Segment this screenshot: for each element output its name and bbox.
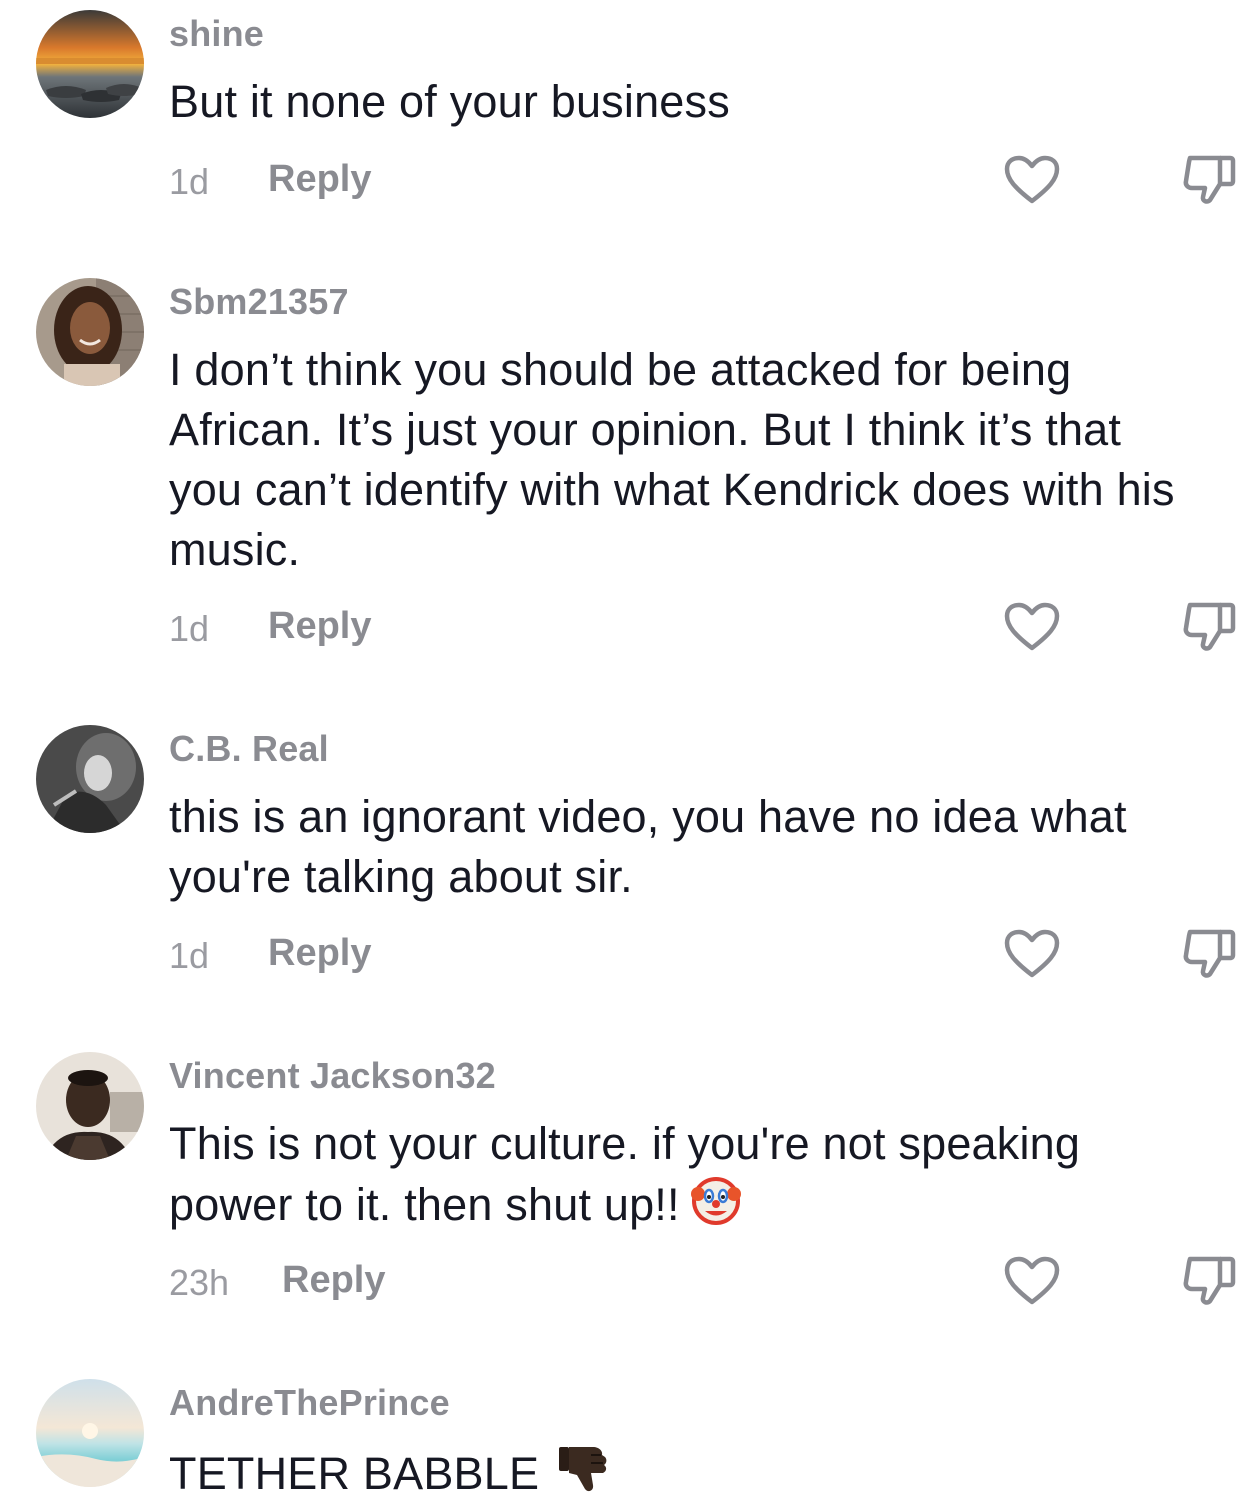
sunset-boats-avatar bbox=[36, 10, 144, 118]
dislike-button[interactable] bbox=[1180, 924, 1238, 982]
comment-time: 23h bbox=[169, 1262, 230, 1303]
thumbs-down-outline-icon bbox=[1183, 1256, 1236, 1305]
dislike-button[interactable] bbox=[1180, 150, 1238, 208]
man-portrait-avatar bbox=[36, 1052, 144, 1160]
comment-username[interactable]: Vincent Jackson32 bbox=[169, 1055, 496, 1097]
like-button[interactable] bbox=[1003, 1255, 1061, 1307]
woman-curly-hair-avatar bbox=[36, 278, 144, 386]
comment-text: I don’t think you should be attacked for… bbox=[169, 344, 1175, 575]
avatar[interactable] bbox=[36, 10, 144, 118]
comment-username[interactable]: shine bbox=[169, 13, 264, 55]
like-button[interactable] bbox=[1003, 601, 1061, 653]
comment-username[interactable]: C.B. Real bbox=[169, 728, 329, 770]
comment-text-body: This is not your culture. if you're not … bbox=[169, 1118, 1081, 1230]
grayscale-portrait-avatar bbox=[36, 725, 144, 833]
comment-time: 1d bbox=[169, 608, 210, 649]
heart-outline-icon bbox=[1004, 1256, 1060, 1305]
clown-face-emoji bbox=[690, 1174, 742, 1241]
reply-button[interactable]: Reply bbox=[268, 932, 371, 975]
thumbs-down-emoji bbox=[555, 1441, 609, 1510]
comment-time: 1d bbox=[169, 161, 210, 202]
avatar[interactable] bbox=[36, 278, 144, 386]
comment-text-body: TETHER BABBLE bbox=[169, 1448, 540, 1499]
reply-button[interactable]: Reply bbox=[268, 605, 371, 648]
like-button[interactable] bbox=[1003, 154, 1061, 206]
avatar[interactable] bbox=[36, 1052, 144, 1160]
thumbs-down-outline-icon bbox=[1183, 602, 1236, 651]
comment-text: This is not your culture. if you're not … bbox=[169, 1114, 1244, 1241]
comment-text: But it none of your business bbox=[169, 76, 730, 127]
comment-text: TETHER BABBLE bbox=[169, 1441, 1244, 1510]
thumbs-down-outline-icon bbox=[1183, 929, 1236, 978]
comment-time: 1d bbox=[169, 935, 210, 976]
beach-avatar bbox=[36, 1379, 144, 1487]
comment-text: this is an ignorant video, you have no i… bbox=[169, 791, 1127, 902]
avatar[interactable] bbox=[36, 725, 144, 833]
heart-outline-icon bbox=[1004, 155, 1060, 204]
like-button[interactable] bbox=[1003, 928, 1061, 980]
heart-outline-icon bbox=[1004, 929, 1060, 978]
dislike-button[interactable] bbox=[1180, 597, 1238, 655]
reply-button[interactable]: Reply bbox=[268, 158, 371, 201]
avatar[interactable] bbox=[36, 1379, 144, 1487]
thumbs-down-outline-icon bbox=[1183, 155, 1236, 204]
comment-username[interactable]: Sbm21357 bbox=[169, 281, 349, 323]
comment-username[interactable]: AndreThePrince bbox=[169, 1382, 450, 1424]
heart-outline-icon bbox=[1004, 602, 1060, 651]
dislike-button[interactable] bbox=[1180, 1251, 1238, 1309]
reply-button[interactable]: Reply bbox=[282, 1259, 385, 1302]
